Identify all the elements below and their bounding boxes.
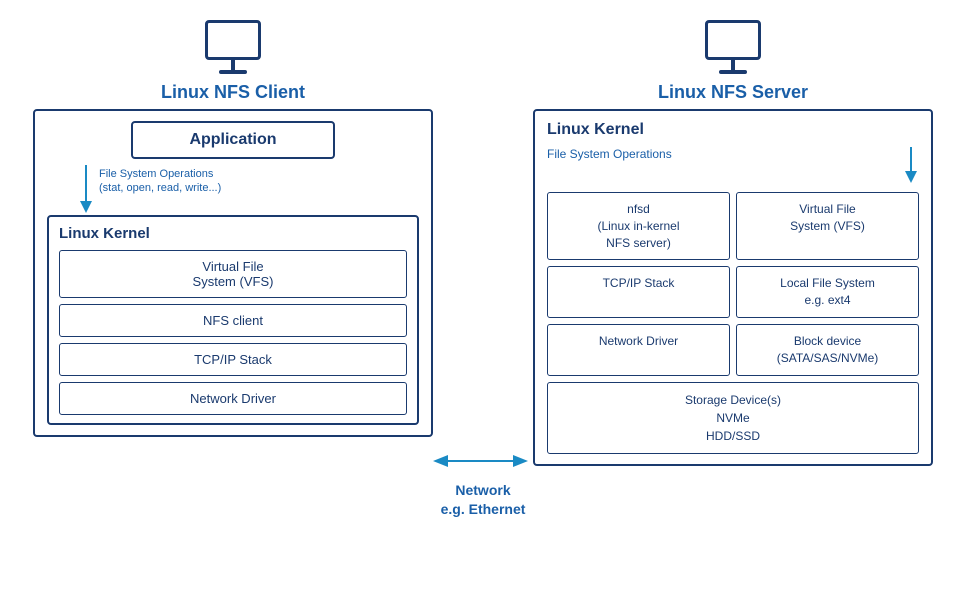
client-side: Linux NFS Client Application File System…: [33, 20, 433, 580]
client-outer-box: Application File System Operations (stat…: [33, 109, 433, 437]
server-fs-ops-label: File System Operations: [547, 147, 672, 163]
server-netdriver-box: Network Driver: [547, 324, 730, 376]
application-box: Application: [131, 121, 336, 159]
monitor-screen-icon: [205, 20, 261, 60]
server-tcpip-box: TCP/IP Stack: [547, 266, 730, 318]
nfs-client-box: NFS client: [59, 304, 407, 337]
server-fs-ops-arrow: [903, 147, 919, 183]
server-grid: nfsd(Linux in-kernelNFS server) Virtual …: [547, 192, 919, 376]
server-outer-box: Linux Kernel File System Operations nfsd…: [533, 109, 933, 466]
diagram: Linux NFS Client Application File System…: [13, 10, 953, 590]
client-monitor: [205, 20, 261, 74]
vfs-box: Virtual FileSystem (VFS): [59, 250, 407, 298]
monitor-base-icon: [219, 70, 247, 74]
center-area: Network e.g. Ethernet: [433, 20, 533, 580]
network-label-line1: Network: [455, 481, 510, 501]
server-monitor-base-icon: [719, 70, 747, 74]
storage-device-box: Storage Device(s)NVMeHDD/SSD: [547, 382, 919, 454]
network-label-line2: e.g. Ethernet: [441, 500, 526, 520]
server-monitor: [705, 20, 761, 74]
client-kernel-label: Linux Kernel: [59, 225, 407, 242]
network-arrow: [433, 441, 533, 481]
monitor-stand-icon: [231, 60, 235, 70]
fs-ops-line2: (stat, open, read, write...): [99, 181, 221, 195]
server-monitor-stand-icon: [731, 60, 735, 70]
netdriver-client-box: Network Driver: [59, 382, 407, 415]
fs-ops-arrow: [77, 165, 95, 213]
local-fs-box: Local File Systeme.g. ext4: [736, 266, 919, 318]
tcpip-client-box: TCP/IP Stack: [59, 343, 407, 376]
client-title: Linux NFS Client: [161, 82, 305, 103]
server-monitor-screen-icon: [705, 20, 761, 60]
server-vfs-box: Virtual FileSystem (VFS): [736, 192, 919, 260]
server-side: Linux NFS Server Linux Kernel File Syste…: [533, 20, 933, 580]
server-title: Linux NFS Server: [658, 82, 808, 103]
fs-ops-line1: File System Operations: [99, 167, 221, 181]
client-kernel-box: Linux Kernel Virtual FileSystem (VFS) NF…: [47, 215, 419, 425]
server-kernel-label: Linux Kernel: [547, 121, 919, 139]
block-device-box: Block device(SATA/SAS/NVMe): [736, 324, 919, 376]
nfsd-box: nfsd(Linux in-kernelNFS server): [547, 192, 730, 260]
